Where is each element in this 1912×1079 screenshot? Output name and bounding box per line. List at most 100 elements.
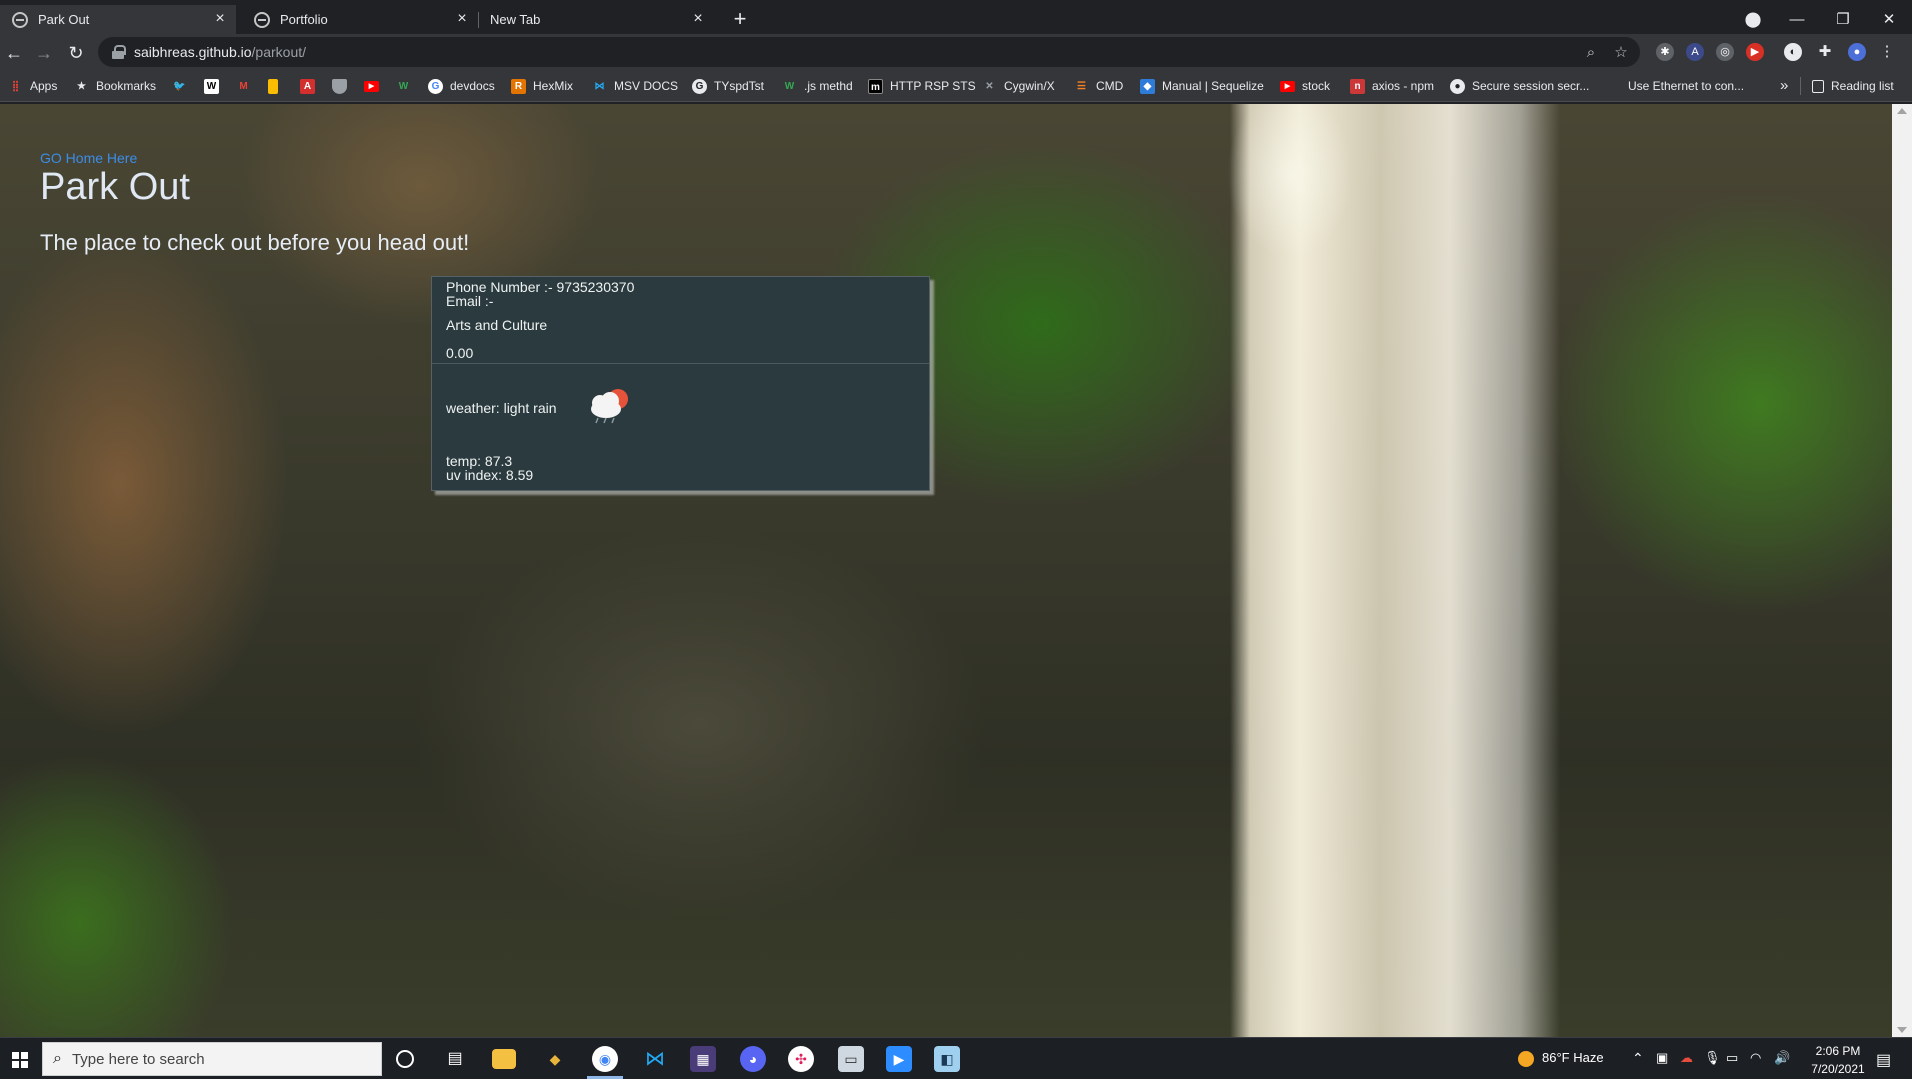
bookmark-cygwin[interactable]: ✕ Cygwin/X bbox=[982, 77, 1054, 95]
chevron-up-icon[interactable]: ⌃ bbox=[1632, 1050, 1644, 1067]
page-scrollbar[interactable] bbox=[1892, 104, 1912, 1037]
search-icon: ⌕ bbox=[53, 1050, 62, 1067]
tab-new-tab[interactable]: New Tab × bbox=[478, 5, 714, 34]
close-icon[interactable]: × bbox=[454, 11, 470, 27]
close-icon[interactable]: × bbox=[690, 11, 706, 27]
haze-sun-icon bbox=[1518, 1050, 1534, 1067]
reading-list-button[interactable]: Reading list bbox=[1812, 77, 1894, 95]
url-host: saibhreas.github.io bbox=[134, 44, 252, 60]
bookmark-shield[interactable] bbox=[332, 77, 354, 95]
bookmark-apps[interactable]: ⣿ Apps bbox=[8, 77, 58, 95]
browser-toolbar: ← → ↻ saibhreas.github.io/parkout/ ⌕ ☆ ✱… bbox=[0, 34, 1912, 70]
bookmark-cmd[interactable]: ☰ CMD bbox=[1074, 77, 1123, 95]
youtube-icon: ▶ bbox=[1280, 80, 1295, 92]
go-home-link[interactable]: GO Home Here bbox=[40, 150, 137, 166]
file-explorer-icon[interactable] bbox=[492, 1049, 516, 1069]
uv-index: uv index: 8.59 bbox=[446, 467, 534, 483]
vscode-icon[interactable]: ⋈ bbox=[642, 1046, 668, 1072]
discord-icon[interactable]: ◕ bbox=[740, 1046, 766, 1072]
taskbar-search[interactable]: ⌕ Type here to search bbox=[42, 1042, 382, 1076]
wifi-icon[interactable]: ◠ bbox=[1750, 1050, 1761, 1066]
slack-icon[interactable]: ✣ bbox=[788, 1046, 814, 1072]
app-icon[interactable]: ◆ bbox=[542, 1046, 568, 1072]
profile-menu-icon[interactable]: ⬤ bbox=[1738, 9, 1768, 31]
bookmark-axios[interactable]: n axios - npm bbox=[1350, 77, 1434, 95]
weather-widget-text: 86°F Haze bbox=[1542, 1050, 1604, 1065]
microphone-icon[interactable]: 🎙 bbox=[1704, 1050, 1721, 1066]
bookmark-youtube[interactable]: ▶ bbox=[364, 77, 386, 95]
battery-icon[interactable]: ▭ bbox=[1726, 1050, 1738, 1066]
avatar[interactable]: ● bbox=[1848, 43, 1866, 61]
scroll-up-icon[interactable] bbox=[1897, 108, 1907, 114]
start-button[interactable] bbox=[0, 1038, 36, 1079]
bookmark-msv-docs[interactable]: ⋈ MSV DOCS bbox=[592, 77, 679, 95]
zoom-icon[interactable]: ⌕ bbox=[1582, 44, 1600, 62]
tray-onedrive-icon[interactable]: ☁ bbox=[1680, 1050, 1693, 1066]
bookmark-http-rsp-sts[interactable]: m HTTP RSP STS bbox=[868, 77, 976, 95]
entrance-fee: 0.00 bbox=[446, 345, 474, 361]
page-content: GO Home Here Park Out The place to check… bbox=[0, 104, 1892, 1037]
scroll-down-icon[interactable] bbox=[1897, 1027, 1907, 1033]
app-icon[interactable]: ▦ bbox=[690, 1046, 716, 1072]
close-icon[interactable]: × bbox=[212, 11, 228, 27]
reload-button[interactable]: ↻ bbox=[64, 41, 88, 65]
kebab-menu-icon[interactable]: ⋮ bbox=[1878, 43, 1896, 61]
puzzle-icon[interactable]: ✚ bbox=[1816, 43, 1834, 61]
npm-icon: n bbox=[1350, 78, 1365, 94]
bookmark-sequelize[interactable]: ◆ Manual | Sequelize bbox=[1140, 77, 1264, 95]
vscode-icon: ⋈ bbox=[594, 80, 605, 92]
chrome-icon[interactable]: ◉ bbox=[592, 1046, 618, 1072]
card-divider bbox=[432, 363, 929, 364]
forward-button[interactable]: → bbox=[32, 41, 56, 65]
extension-gear-icon[interactable]: ✱ bbox=[1656, 43, 1674, 61]
new-tab-button[interactable]: + bbox=[728, 8, 752, 32]
bookmark-secure-session[interactable]: ● Secure session secr... bbox=[1450, 77, 1589, 95]
zoom-icon[interactable]: ▶ bbox=[886, 1046, 912, 1072]
park-info-card: Phone Number :- 9735230370 Email :- Arts… bbox=[431, 276, 930, 491]
app-icon[interactable]: ◧ bbox=[934, 1046, 960, 1072]
back-button[interactable]: ← bbox=[2, 41, 26, 65]
restore-button[interactable]: ❐ bbox=[1828, 9, 1858, 31]
sequelize-icon: ◆ bbox=[1140, 78, 1155, 94]
tab-title: New Tab bbox=[490, 12, 541, 27]
bookmark-pdf[interactable]: A bbox=[300, 77, 322, 95]
minimize-button[interactable]: — bbox=[1782, 9, 1812, 31]
bookmark-js-methd[interactable]: W .js methd bbox=[782, 77, 853, 95]
notifications-icon[interactable]: ▤ bbox=[1876, 1050, 1891, 1070]
clock-date[interactable]: 7/20/2021 bbox=[1800, 1062, 1876, 1076]
address-bar[interactable]: saibhreas.github.io/parkout/ ⌕ ☆ bbox=[98, 37, 1640, 67]
bookmark-w[interactable]: W bbox=[396, 77, 418, 95]
star-icon[interactable]: ☆ bbox=[1612, 44, 1630, 62]
bookmark-bookmarks[interactable]: ★ Bookmarks bbox=[74, 77, 156, 95]
cortana-icon[interactable] bbox=[396, 1050, 414, 1068]
bookmark-stock[interactable]: ▶ stock bbox=[1280, 77, 1330, 95]
extension-icon[interactable]: A bbox=[1686, 43, 1704, 61]
twitter-icon: 🐦 bbox=[173, 80, 186, 92]
weather-widget[interactable]: 86°F Haze bbox=[1518, 1050, 1604, 1067]
bookmark-keep[interactable] bbox=[268, 77, 285, 95]
bookmark-devdocs[interactable]: G devdocs bbox=[428, 77, 495, 95]
bookmark-use-ethernet[interactable]: Use Ethernet to con... bbox=[1606, 77, 1744, 95]
star-icon: ★ bbox=[77, 80, 86, 92]
globe-icon bbox=[254, 11, 270, 28]
extension-circle-icon[interactable]: ◐ bbox=[1784, 43, 1802, 61]
extension-target-icon[interactable]: ◎ bbox=[1716, 43, 1734, 61]
bookmark-wikipedia[interactable]: W bbox=[204, 77, 226, 95]
google-icon: G bbox=[692, 78, 707, 94]
tab-portfolio[interactable]: Portfolio × bbox=[242, 5, 478, 34]
bookmark-tyspdtst[interactable]: G TYspdTst bbox=[692, 77, 764, 95]
bookmark-gmail[interactable]: M bbox=[236, 77, 258, 95]
close-window-button[interactable]: ✕ bbox=[1874, 9, 1904, 31]
r-icon: R bbox=[511, 78, 526, 94]
volume-icon[interactable]: 🔊 bbox=[1774, 1050, 1790, 1066]
page-title: Park Out bbox=[40, 166, 190, 208]
tray-device-icon[interactable]: ▣ bbox=[1656, 1050, 1668, 1066]
app-icon[interactable]: ▭ bbox=[838, 1046, 864, 1072]
tab-park-out[interactable]: Park Out × bbox=[0, 5, 236, 34]
bookmark-twitter[interactable]: 🐦 bbox=[172, 77, 194, 95]
extension-record-icon[interactable]: ▶ bbox=[1746, 43, 1764, 61]
task-view-icon[interactable]: ▤ bbox=[442, 1046, 468, 1072]
more-bookmarks-button[interactable]: » bbox=[1780, 77, 1788, 95]
bookmark-hexmix[interactable]: R HexMix bbox=[511, 77, 573, 95]
clock-time[interactable]: 2:06 PM bbox=[1808, 1044, 1868, 1058]
